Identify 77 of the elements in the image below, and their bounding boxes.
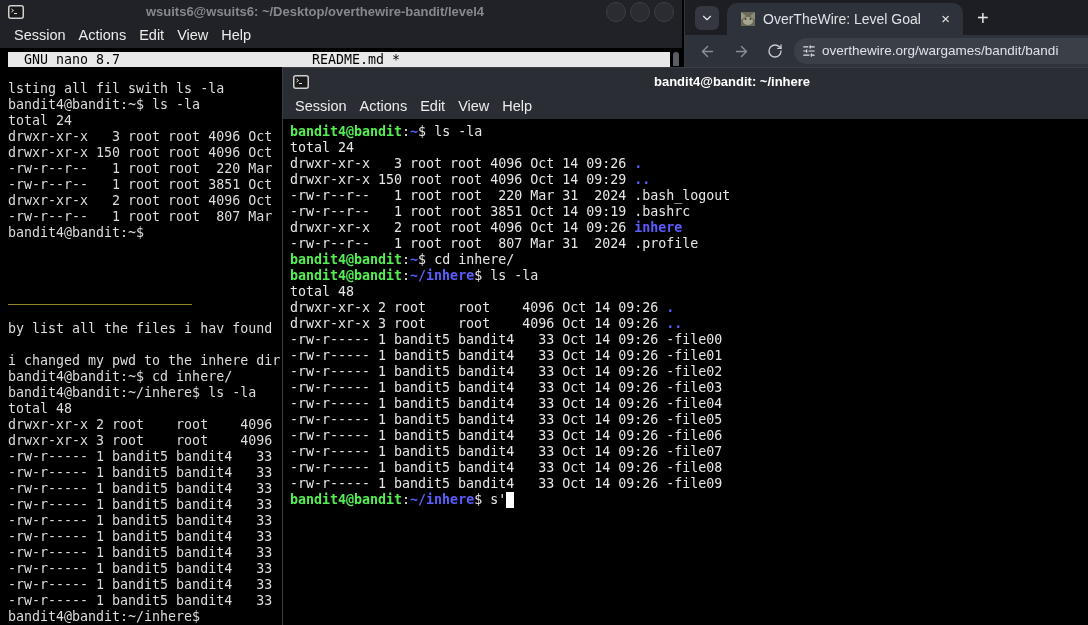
new-tab-button[interactable]: +	[973, 7, 993, 28]
tab-title: OverTheWire: Level Goal	[763, 9, 922, 29]
menu-item[interactable]: View	[177, 25, 209, 47]
terminal-line: total 24	[290, 140, 355, 156]
terminal-line: -rw-r----- 1 bandit5 bandit4 33	[8, 513, 273, 529]
terminal-line: drwxr-xr-x 3 root root 4096	[8, 433, 273, 449]
terminal-line: -rw-r----- 1 bandit5 bandit4 33	[8, 481, 273, 497]
terminal-icon	[8, 5, 24, 19]
app-name: GNU nano 8.7	[23, 52, 122, 67]
menu-item[interactable]: Edit	[139, 25, 165, 47]
terminal-line: -rw-r----- 1 bandit5 bandit4 33 Oct 14 09:26 -file07	[290, 444, 723, 460]
terminal-line: total 48	[290, 284, 355, 300]
scrollbar-thumb[interactable]	[673, 52, 679, 66]
terminal-line: i changed my pwd to the inhere dir	[8, 353, 281, 369]
terminal-line: drwxr-xr-x 150 root root 4096 Oct	[8, 145, 273, 161]
terminal-line: drwxr-xr-x 150 root root 4096 Oct 14 09:29 ..	[290, 172, 651, 188]
window-title: bandit4@bandit: ~/inhere	[654, 72, 811, 91]
terminal-line: drwxr-xr-x 2 root root 4096 Oct 14 09:26 inhere	[290, 220, 683, 236]
terminal-line: -rw-r--r-- 1 root root 220 Mar 31 2024 .bash_logout	[290, 188, 731, 204]
terminal-line: -rw-r----- 1 bandit5 bandit4 33	[8, 577, 273, 593]
close-button[interactable]: ×	[938, 7, 953, 31]
terminal-line: bandit4@bandit:~/inhere$ ls -la	[8, 385, 257, 401]
menu-item[interactable]: Session	[295, 96, 347, 118]
terminal-line: bandit4@bandit:~$ cd inhere/	[290, 252, 515, 268]
terminal-line: -rw-r--r-- 1 root root 220 Mar	[8, 161, 273, 177]
menu-item[interactable]: Edit	[420, 96, 446, 118]
tab-list-button[interactable]	[695, 5, 719, 30]
terminal-line: -rw-r----- 1 bandit5 bandit4 33	[8, 561, 273, 577]
window-title: wsuits6@wsuits6: ~/Desktop/overthewire-bandit/level4	[145, 3, 485, 22]
terminal-line: -rw-r----- 1 bandit5 bandit4 33	[8, 497, 273, 513]
menu-item[interactable]: Session	[14, 25, 66, 47]
terminal-line: bandit4@bandit:~/inhere$ s'	[290, 492, 515, 508]
browser-tab[interactable]: OverTheWire: Level Goal ×	[727, 3, 963, 35]
menu-item[interactable]: Help	[502, 96, 533, 118]
terminal-line: -rw-r----- 1 bandit5 bandit4 33	[8, 449, 273, 465]
terminal-line: drwxr-xr-x 3 root root 4096 Oct 14 09:26 .	[290, 156, 643, 172]
terminal-line: -rw-r----- 1 bandit5 bandit4 33	[8, 465, 273, 481]
terminal-line: bandit4@bandit:~$ ls -la	[290, 124, 483, 140]
terminal-line: -rw-r----- 1 bandit5 bandit4 33	[8, 545, 273, 561]
terminal-line: drwxr-xr-x 3 root root 4096 Oct	[8, 129, 273, 145]
terminal-line: -rw-r--r-- 1 root root 3851 Oct	[8, 177, 273, 193]
site-settings-icon[interactable]	[802, 44, 816, 58]
terminal-line: drwxr-xr-x 2 root root 4096	[8, 417, 273, 433]
terminal-line: -rw-r----- 1 bandit5 bandit4 33 Oct 14 09:26 -file02	[290, 364, 723, 380]
terminal-line: -rw-r----- 1 bandit5 bandit4 33 Oct 14 09:26 -file04	[290, 396, 723, 412]
terminal-line: -rw-r----- 1 bandit5 bandit4 33 Oct 14 09:26 -file03	[290, 380, 723, 396]
terminal-line: bandit4@bandit:~$	[8, 225, 145, 241]
menu-item[interactable]: Help	[221, 25, 252, 47]
terminal-line: bandit4@bandit:~/inhere$	[8, 609, 201, 625]
terminal-line: bandit4@bandit:~$ ls -la	[8, 97, 201, 113]
terminal-line: total 48	[8, 401, 73, 417]
menu-item[interactable]: View	[458, 96, 490, 118]
terminal-line: -rw-r----- 1 bandit5 bandit4 33 Oct 14 09:26 -file06	[290, 428, 723, 444]
terminal-line: total 24	[8, 113, 73, 129]
terminal-line: -rw-r----- 1 bandit5 bandit4 33 Oct 14 09:26 -file05	[290, 412, 723, 428]
terminal-line: by list all the files i hav found	[8, 321, 273, 337]
reload-icon[interactable]	[767, 43, 783, 59]
terminal-line: bandit4@bandit:~$ cd inhere/	[8, 369, 233, 385]
terminal-line: -rw-r----- 1 bandit5 bandit4 33 Oct 14 09:26 -file09	[290, 476, 723, 492]
menu-item[interactable]: Actions	[359, 96, 408, 118]
terminal-line: -rw-r----- 1 bandit5 bandit4 33 Oct 14 09:26 -file08	[290, 460, 723, 476]
terminal-line: drwxr-xr-x 2 root root 4096 Oct	[8, 193, 273, 209]
terminal-line: -rw-r----- 1 bandit5 bandit4 33	[8, 529, 273, 545]
terminal-line: drwxr-xr-x 3 root root 4096 Oct 14 09:26 ..	[290, 316, 683, 332]
terminal-line: -rw-r----- 1 bandit5 bandit4 33	[8, 593, 273, 609]
terminal-line: -rw-r--r-- 1 root root 807 Mar 31 2024 .profile	[290, 236, 699, 252]
terminal-icon	[293, 74, 309, 89]
terminal-line: -rw-r--r-- 1 root root 807 Mar	[8, 209, 273, 225]
terminal-line: -rw-r--r-- 1 root root 3851 Oct 14 09:19 .bashrc	[290, 204, 691, 220]
menu-item[interactable]: Actions	[78, 25, 127, 47]
terminal-line: drwxr-xr-x 2 root root 4096 Oct 14 09:26 .	[290, 300, 675, 316]
terminal-line: lsting all fil swith ls -la	[8, 81, 225, 97]
terminal-line: -rw-r----- 1 bandit5 bandit4 33 Oct 14 09:26 -file01	[290, 348, 723, 364]
terminal-line: bandit4@bandit:~/inhere$ ls -la	[290, 268, 539, 284]
terminal-line: _______________________	[8, 289, 193, 305]
terminal-line: -rw-r----- 1 bandit5 bandit4 33 Oct 14 09:26 -file00	[290, 332, 723, 348]
file-name: README.md *	[312, 52, 401, 67]
